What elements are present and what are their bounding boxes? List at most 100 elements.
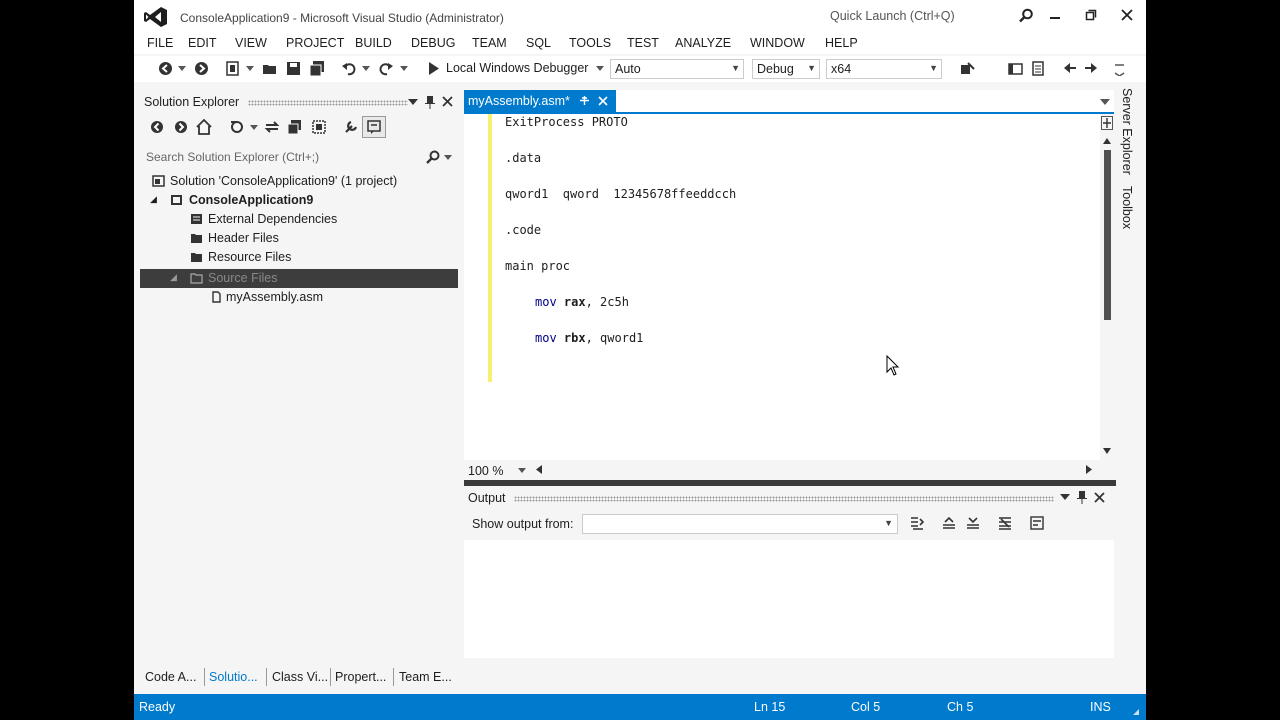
find-message-in-code-icon[interactable] <box>910 516 924 530</box>
undo-icon[interactable] <box>342 61 357 76</box>
back-icon[interactable] <box>158 61 173 76</box>
pin-icon[interactable] <box>579 95 590 106</box>
new-project-icon[interactable] <box>226 61 241 76</box>
menu-test[interactable]: TEST <box>627 36 659 50</box>
properties-icon[interactable] <box>344 120 358 134</box>
menu-debug[interactable]: DEBUG <box>411 36 455 50</box>
close-button[interactable] <box>1114 4 1140 28</box>
tree-item-header-files[interactable]: Header Files <box>140 229 458 248</box>
sync-icon[interactable] <box>264 120 280 134</box>
tab-class-view[interactable]: Class Vi... <box>272 670 328 684</box>
next-message-icon[interactable] <box>966 516 980 530</box>
scroll-left-icon[interactable] <box>536 465 542 474</box>
expanded-triangle-icon[interactable]: ◢ <box>150 194 157 205</box>
menu-analyze[interactable]: ANALYZE <box>675 36 731 50</box>
tab-solution-explorer[interactable]: Solutio... <box>209 670 258 684</box>
redo-icon[interactable] <box>378 61 393 76</box>
chevron-down-icon[interactable] <box>400 66 408 72</box>
home-icon[interactable] <box>196 119 212 135</box>
chevron-down-icon[interactable] <box>408 98 418 106</box>
tree-item-source-files[interactable]: ◢ Source Files <box>140 269 458 288</box>
search-icon[interactable] <box>1018 8 1034 24</box>
menu-help[interactable]: HELP <box>825 36 858 50</box>
scroll-up-icon[interactable] <box>1103 138 1111 144</box>
menu-edit[interactable]: EDIT <box>188 36 216 50</box>
bookmark-list-icon[interactable] <box>1030 61 1045 76</box>
navigate-forward-icon[interactable] <box>1084 61 1099 76</box>
save-all-icon[interactable] <box>310 61 325 76</box>
resize-grip-icon[interactable] <box>1130 706 1140 716</box>
chevron-down-icon[interactable] <box>362 66 370 72</box>
maximize-button[interactable] <box>1078 4 1104 28</box>
close-icon[interactable] <box>442 96 453 107</box>
search-icon[interactable] <box>426 150 440 164</box>
menu-team[interactable]: TEAM <box>472 36 507 50</box>
quick-launch-input[interactable]: Quick Launch (Ctrl+Q) <box>830 9 955 23</box>
start-debugger-button[interactable]: Local Windows Debugger <box>446 61 588 75</box>
chevron-down-icon[interactable] <box>444 155 452 161</box>
menu-sql[interactable]: SQL <box>526 36 551 50</box>
split-window-icon[interactable] <box>1101 116 1113 130</box>
solution-platform-select[interactable]: Auto ▼ <box>610 59 744 79</box>
code-text-area[interactable]: ExitProcess PROTO .data qword1 qword 123… <box>464 114 1104 460</box>
zoom-level[interactable]: 100 % <box>468 464 503 478</box>
menu-project[interactable]: PROJECT <box>286 36 344 50</box>
expanded-triangle-icon[interactable]: ◢ <box>170 272 177 283</box>
forward-icon[interactable] <box>194 61 209 76</box>
output-source-select[interactable]: ▼ <box>582 514 898 534</box>
menu-tools[interactable]: TOOLS <box>569 36 611 50</box>
navigate-backward-icon[interactable] <box>1062 61 1077 76</box>
chevron-down-icon[interactable] <box>596 66 604 72</box>
menu-window[interactable]: WINDOW <box>750 36 805 50</box>
forward-icon[interactable] <box>174 120 188 134</box>
attach-icon[interactable] <box>960 61 975 76</box>
document-tab[interactable]: myAssembly.asm* <box>464 90 616 112</box>
pin-icon[interactable] <box>1076 490 1088 504</box>
chevron-down-icon[interactable] <box>178 66 186 72</box>
output-text-area[interactable] <box>464 540 1114 658</box>
toggle-word-wrap-icon[interactable] <box>1030 516 1044 530</box>
open-file-icon[interactable] <box>262 61 277 76</box>
toolbox-tab[interactable]: Toolbox <box>1120 186 1134 229</box>
show-all-files-icon[interactable] <box>312 120 326 134</box>
panel-grip[interactable] <box>248 100 408 106</box>
menu-view[interactable]: VIEW <box>235 36 267 50</box>
close-icon[interactable] <box>598 96 608 106</box>
panel-grip[interactable] <box>514 496 1054 502</box>
chevron-down-icon[interactable] <box>246 66 254 72</box>
tree-item-project[interactable]: ◢ ConsoleApplication9 <box>140 191 458 210</box>
preview-selected-items-button[interactable] <box>362 116 386 138</box>
chevron-down-icon[interactable] <box>1100 98 1110 106</box>
bookmark-icon[interactable] <box>1008 61 1023 76</box>
solution-explorer-search[interactable]: Search Solution Explorer (Ctrl+;) <box>140 146 458 168</box>
previous-message-icon[interactable] <box>942 516 956 530</box>
scrollbar-thumb[interactable] <box>1104 150 1111 320</box>
tab-properties[interactable]: Propert... <box>335 670 386 684</box>
back-icon[interactable] <box>150 120 164 134</box>
tab-team-explorer[interactable]: Team E... <box>399 670 452 684</box>
configuration-select[interactable]: Debug ▼ <box>752 59 820 79</box>
clear-all-icon[interactable] <box>998 516 1012 530</box>
chevron-down-icon[interactable] <box>1060 493 1070 501</box>
server-explorer-tab[interactable]: Server Explorer <box>1120 88 1134 175</box>
chevron-down-icon[interactable] <box>250 125 258 131</box>
tree-item-external-dependencies[interactable]: External Dependencies <box>140 210 458 229</box>
start-debugging-icon[interactable] <box>426 61 441 76</box>
tree-item-solution[interactable]: Solution 'ConsoleApplication9' (1 projec… <box>140 172 458 191</box>
close-icon[interactable] <box>1094 492 1105 503</box>
vertical-scrollbar[interactable] <box>1100 114 1114 460</box>
menu-build[interactable]: BUILD <box>355 36 392 50</box>
scroll-down-icon[interactable] <box>1103 448 1111 454</box>
platform-select[interactable]: x64 ▼ <box>826 59 942 79</box>
menu-file[interactable]: FILE <box>147 36 173 50</box>
collapse-all-icon[interactable] <box>288 120 302 134</box>
save-icon[interactable] <box>286 61 301 76</box>
scroll-right-icon[interactable] <box>1086 465 1092 474</box>
pending-changes-icon[interactable] <box>230 120 246 134</box>
minimize-button[interactable] <box>1042 4 1068 28</box>
tab-code-analysis[interactable]: Code A... <box>145 670 196 684</box>
toolbar-overflow-icon[interactable] <box>1112 61 1127 76</box>
pin-icon[interactable] <box>424 95 436 109</box>
tree-item-myassembly-asm[interactable]: myAssembly.asm <box>140 288 458 307</box>
chevron-down-icon[interactable] <box>518 468 526 474</box>
